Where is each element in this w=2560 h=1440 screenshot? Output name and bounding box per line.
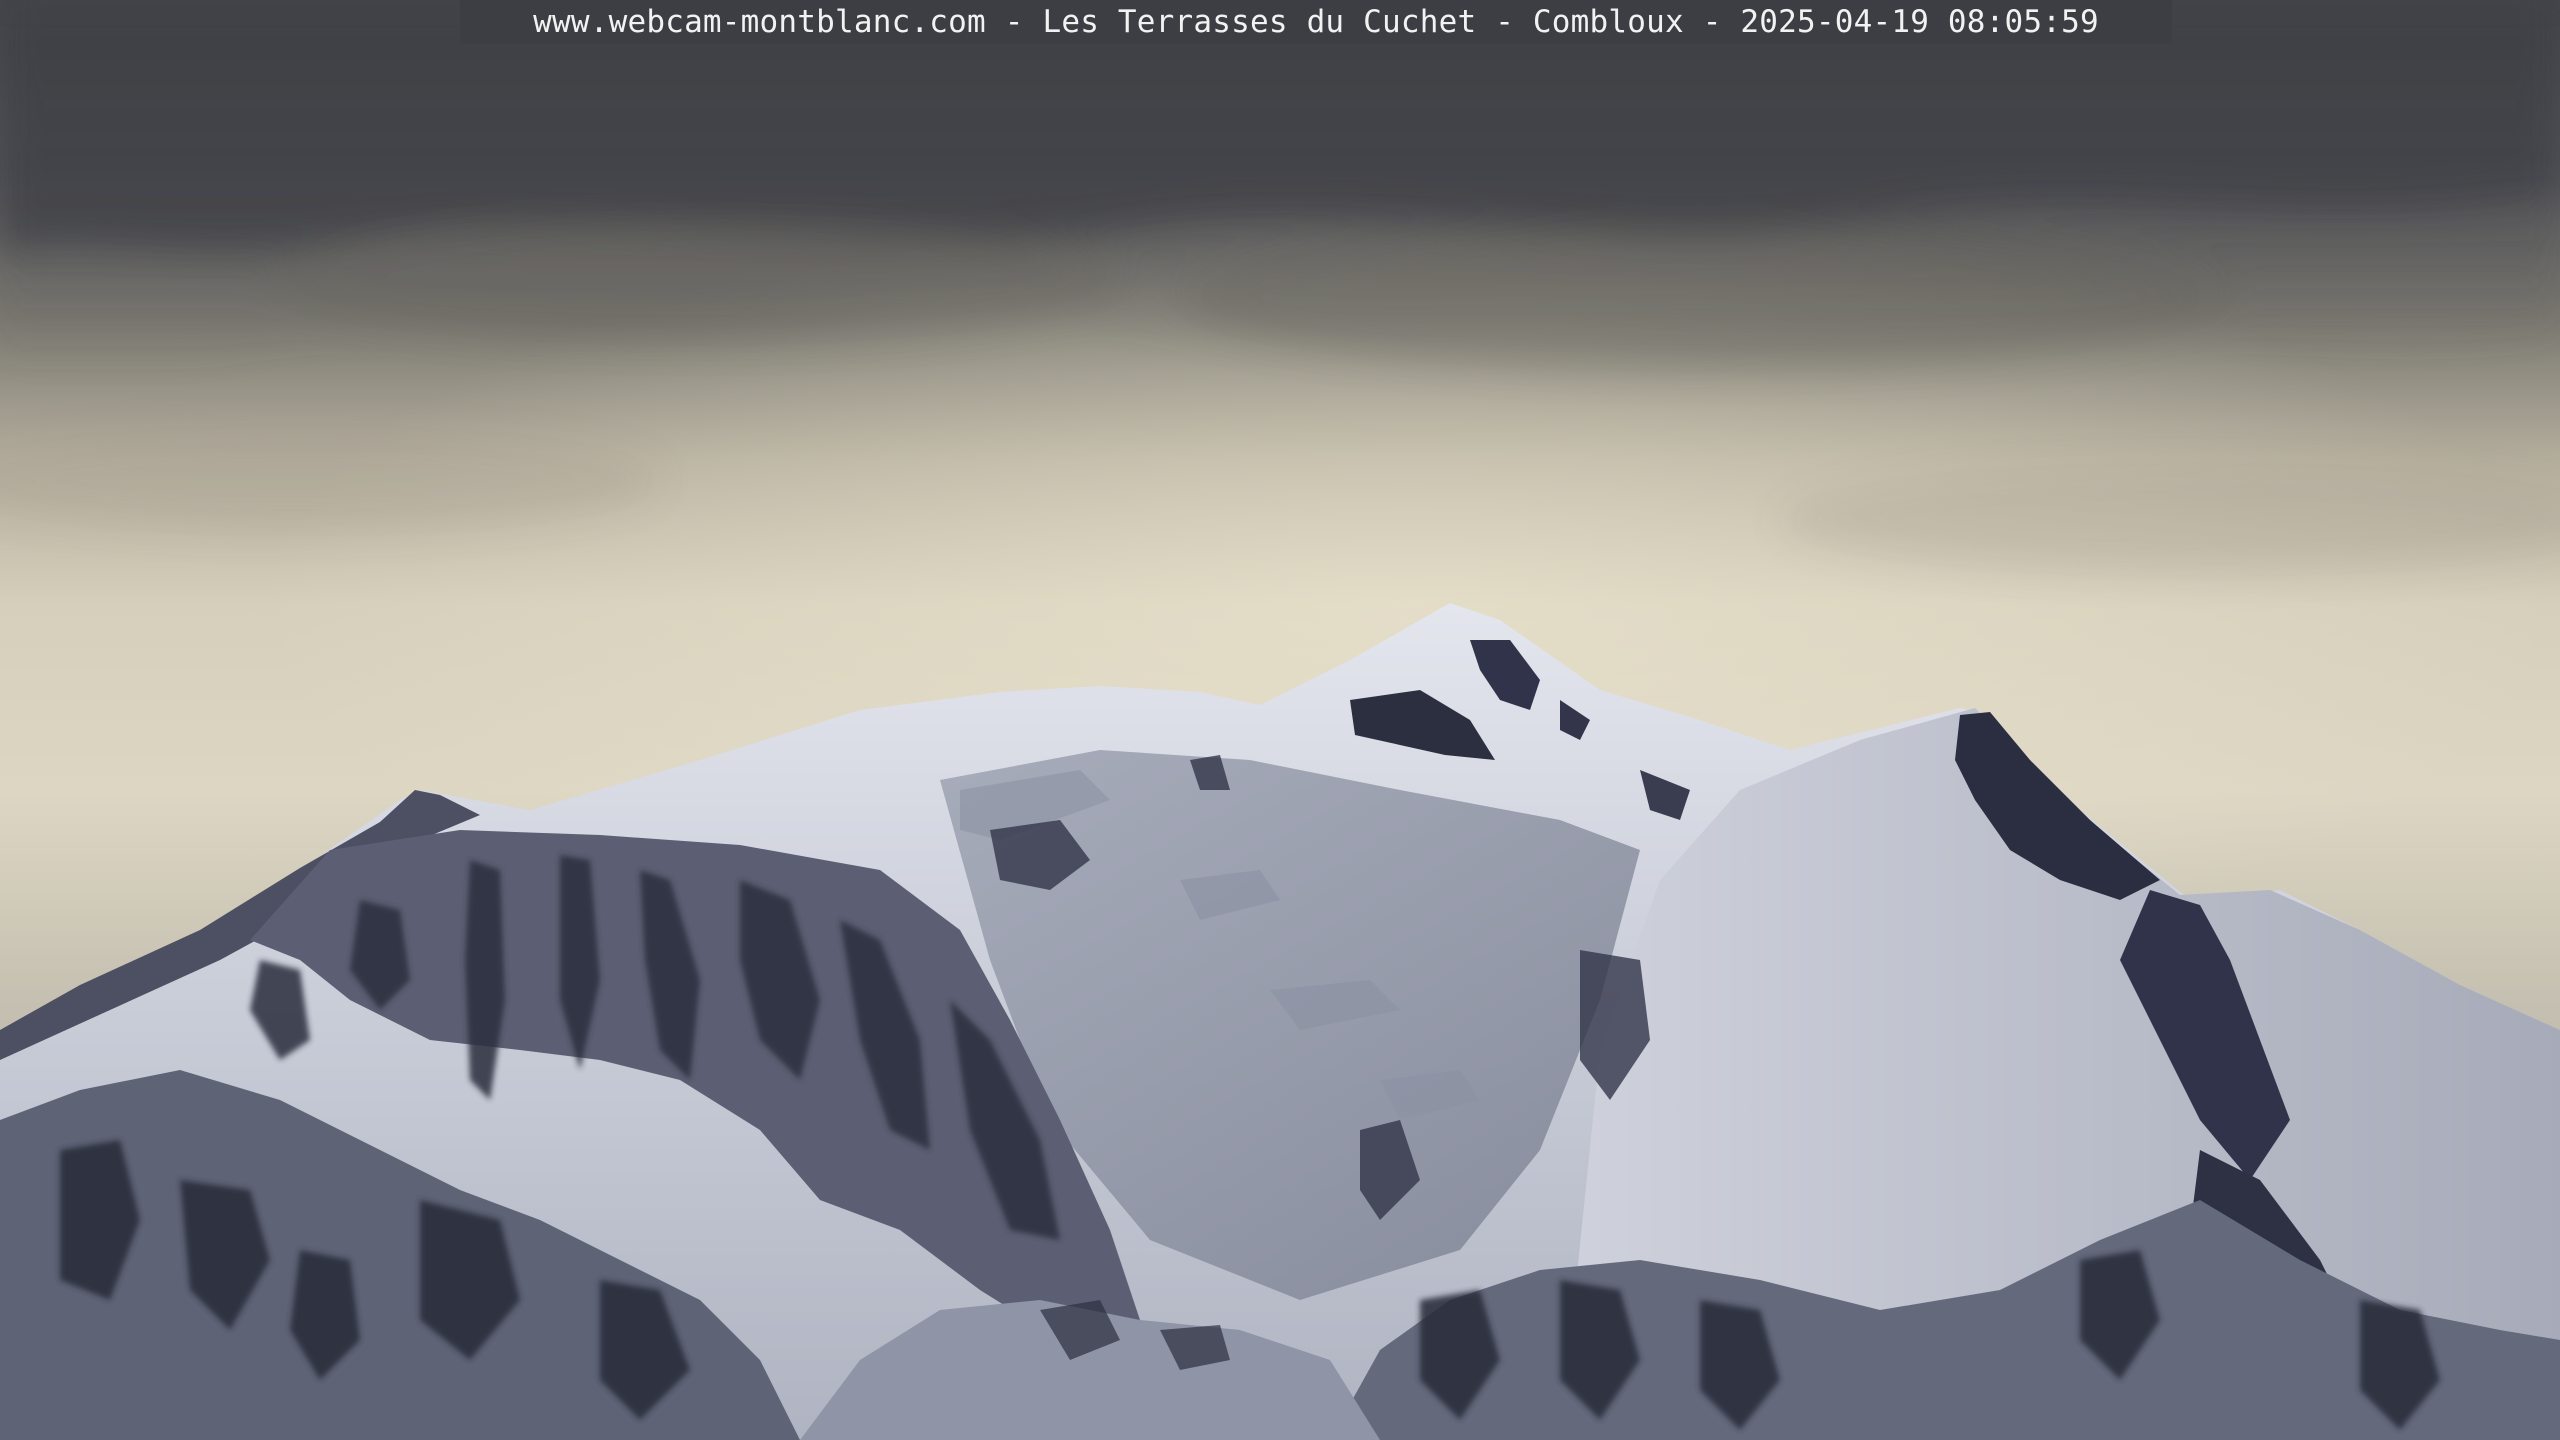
webcam-caption-bar: www.webcam-montblanc.com - Les Terrasses… — [460, 0, 2172, 44]
mountain-landscape — [0, 0, 2560, 1440]
webcam-caption: www.webcam-montblanc.com - Les Terrasses… — [533, 4, 2099, 40]
webcam-image: www.webcam-montblanc.com - Les Terrasses… — [0, 0, 2560, 1440]
